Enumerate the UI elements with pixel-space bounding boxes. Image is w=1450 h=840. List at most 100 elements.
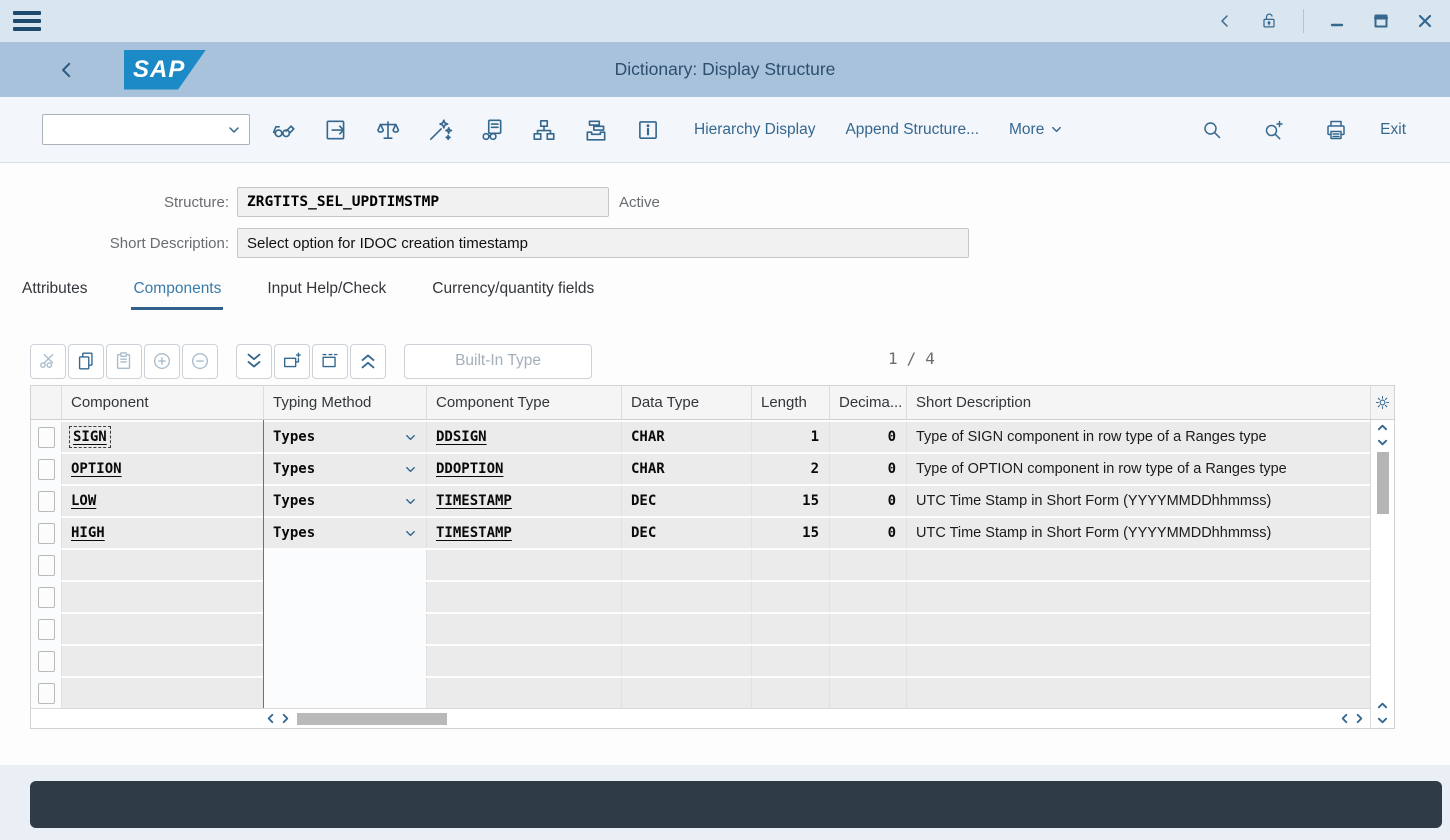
horizontal-scrollbar [31,708,1370,728]
tab-input-help-check[interactable]: Input Help/Check [265,274,388,310]
runtime-object-icon[interactable] [578,112,614,148]
insert-line-button[interactable] [144,344,180,379]
component-type-link[interactable]: TIMESTAMP [436,493,512,509]
short-description-cell: UTC Time Stamp in Short Form (YYYYMMDDhh… [906,486,1370,516]
scroll-up-icon[interactable] [1375,420,1390,435]
search-icon[interactable] [1194,112,1230,148]
menu-icon[interactable] [13,7,41,35]
vertical-scroll-track[interactable] [1377,450,1389,698]
maximize-icon[interactable] [1370,10,1392,32]
scroll-right-icon[interactable] [1352,711,1367,726]
component-link[interactable]: SIGN [71,428,109,446]
display-change-icon[interactable] [266,112,302,148]
tab-strip: Attributes Components Input Help/Check C… [0,274,1450,310]
table-row: OPTIONTypesDDOPTIONCHAR20Type of OPTION … [31,452,1370,484]
typing-method-cell[interactable]: Types [263,486,426,516]
table-empty-row [31,580,1370,612]
check-consistency-icon[interactable] [370,112,406,148]
row-select-cell [31,614,61,644]
component-type-link[interactable]: DDSIGN [436,429,487,445]
insert-row-button[interactable] [274,344,310,379]
close-icon[interactable] [1414,10,1436,32]
move-down-icon[interactable] [236,344,272,379]
scroll-up-icon[interactable] [1375,698,1390,713]
row-checkbox[interactable] [38,683,55,704]
delete-line-button[interactable] [182,344,218,379]
short-description-field[interactable]: Select option for IDOC creation timestam… [237,228,969,258]
short-description-label: Short Description: [0,235,237,252]
cut-button[interactable] [30,344,66,379]
scroll-down-icon[interactable] [1375,713,1390,728]
typing-method-value: Types [273,525,315,541]
structure-field[interactable]: ZRGTITS_SEL_UPDTIMSTMP [237,187,609,217]
horizontal-scroll-thumb[interactable] [297,713,447,725]
row-checkbox[interactable] [38,491,55,512]
command-combobox[interactable] [42,114,250,145]
component-link[interactable]: HIGH [71,525,105,541]
column-header-decimals[interactable]: Decima... [829,386,906,419]
column-header-data-type[interactable]: Data Type [621,386,751,419]
hierarchy-display-button[interactable]: Hierarchy Display [694,121,815,139]
row-select-cell [31,646,61,676]
column-split-line[interactable] [263,420,264,708]
vertical-scroll-thumb[interactable] [1377,452,1389,514]
table-settings-gear-icon[interactable] [1370,386,1394,419]
back-icon[interactable] [1215,11,1235,31]
append-structure-button[interactable]: Append Structure... [845,121,979,139]
typing-method-cell [263,582,426,612]
column-header-component-type[interactable]: Component Type [426,386,621,419]
component-type-cell: TIMESTAMP [426,518,621,548]
column-header-typing-method[interactable]: Typing Method [263,386,426,419]
minimize-icon[interactable] [1326,10,1348,32]
decimals-cell: 0 [829,486,906,516]
component-type-link[interactable]: TIMESTAMP [436,525,512,541]
row-checkbox[interactable] [38,427,55,448]
column-header-short-description[interactable]: Short Description [906,386,1370,419]
exit-button[interactable]: Exit [1380,121,1406,139]
column-header-component[interactable]: Component [61,386,263,419]
hierarchy-icon[interactable] [526,112,562,148]
row-checkbox[interactable] [38,555,55,576]
print-icon[interactable] [1318,112,1354,148]
paste-button[interactable] [106,344,142,379]
typing-method-cell[interactable]: Types [263,454,426,484]
column-header-length[interactable]: Length [751,386,829,419]
scroll-left-icon[interactable] [263,711,278,726]
component-type-link[interactable]: DDOPTION [436,461,503,477]
scroll-right-icon[interactable] [278,711,293,726]
copy-button[interactable] [68,344,104,379]
more-menu-button[interactable]: More [1009,121,1063,139]
header-back-icon[interactable] [56,59,78,81]
component-cell [61,646,263,676]
horizontal-scroll-track[interactable] [297,713,1337,725]
component-link[interactable]: OPTION [71,461,122,477]
row-checkbox[interactable] [38,459,55,480]
tab-currency-quantity-fields[interactable]: Currency/quantity fields [430,274,596,310]
table-body: SIGNTypesDDSIGNCHAR10Type of SIGN compon… [31,420,1370,708]
built-in-type-button[interactable]: Built-In Type [404,344,592,379]
table-header-row: Component Typing Method Component Type D… [31,386,1394,420]
row-checkbox[interactable] [38,651,55,672]
activate-icon[interactable] [422,112,458,148]
info-icon[interactable] [630,112,666,148]
typing-method-cell[interactable]: Types [263,518,426,548]
typing-method-cell[interactable]: Types [263,422,426,452]
where-used-icon[interactable] [474,112,510,148]
row-checkbox[interactable] [38,587,55,608]
scroll-down-icon[interactable] [1375,435,1390,450]
component-cell: OPTION [61,454,263,484]
row-checkbox[interactable] [38,619,55,640]
unlock-icon[interactable] [1257,9,1281,33]
goto-object-icon[interactable] [318,112,354,148]
data-type-cell: CHAR [621,422,751,452]
scroll-left-icon[interactable] [1337,711,1352,726]
tab-components[interactable]: Components [131,274,223,310]
row-checkbox[interactable] [38,523,55,544]
data-type-cell [621,614,751,644]
delete-row-button[interactable] [312,344,348,379]
tab-attributes[interactable]: Attributes [20,274,89,310]
component-link[interactable]: LOW [71,493,96,509]
move-up-icon[interactable] [350,344,386,379]
search-next-icon[interactable] [1256,112,1292,148]
data-type-cell [621,678,751,708]
